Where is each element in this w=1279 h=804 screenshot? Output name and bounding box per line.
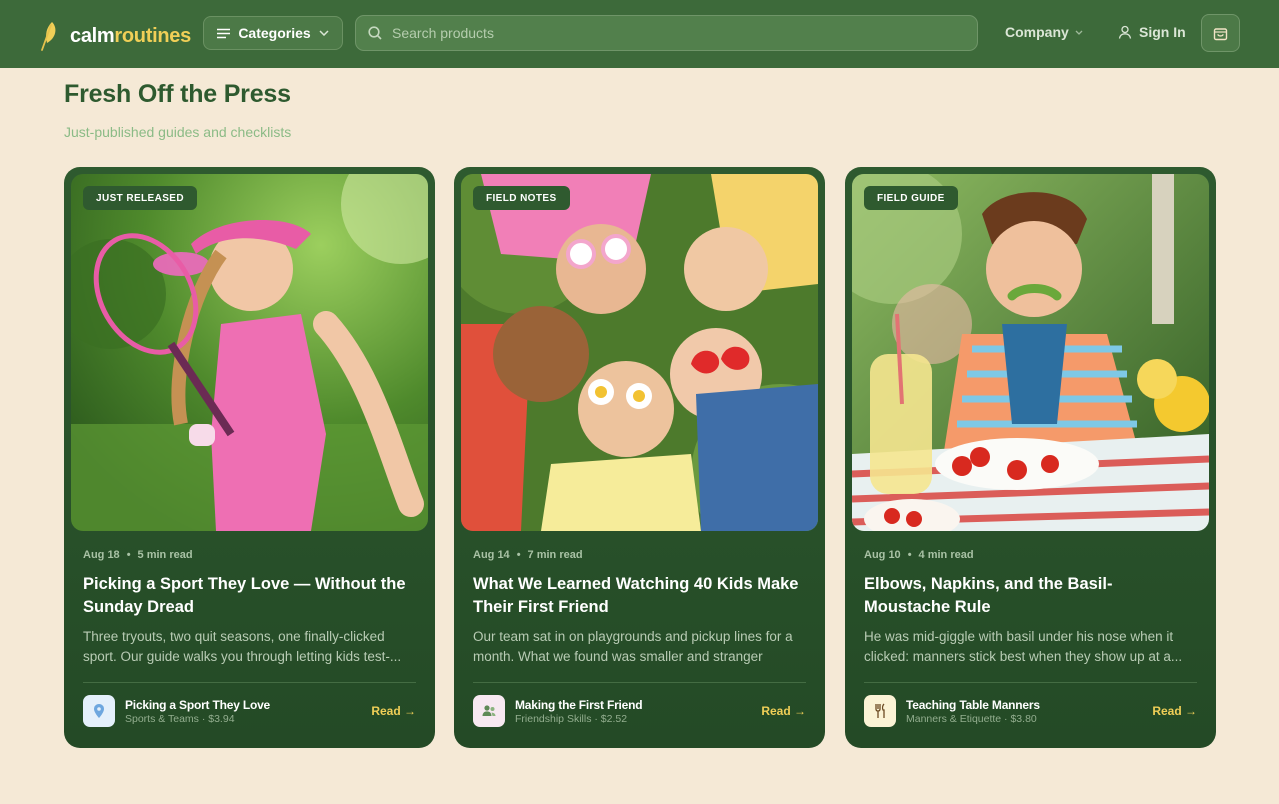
product-name[interactable]: Picking a Sport They Love — [125, 698, 270, 712]
chevron-down-icon — [319, 30, 329, 36]
article-badge: FIELD GUIDE — [864, 186, 958, 210]
read-link[interactable]: Read → — [371, 704, 416, 718]
section-title: Fresh Off the Press — [64, 80, 291, 108]
product-meta: Manners & Etiquette · $3.80 — [906, 713, 1037, 725]
article-card[interactable]: FIELD GUIDE Aug 10 • 4 min read Elbows, Na… — [845, 167, 1216, 748]
top-nav-bar: calmroutines Categories Company Sign In — [0, 0, 1279, 68]
user-icon — [1118, 25, 1132, 39]
article-read-time: 4 min read — [918, 549, 974, 561]
article-excerpt: Three tryouts, two quit seasons, one fin… — [83, 629, 402, 664]
product-meta: Sports & Teams · $3.94 — [125, 713, 235, 725]
categories-label: Categories — [238, 25, 311, 41]
location-pin-icon — [94, 704, 104, 718]
company-menu[interactable]: Company — [1005, 24, 1083, 40]
logo-text-part1: calm — [70, 24, 115, 47]
people-icon — [482, 705, 496, 716]
article-meta: Aug 18 • 5 min read — [83, 549, 193, 561]
read-link[interactable]: Read → — [761, 704, 806, 718]
article-badge: FIELD NOTES — [473, 186, 570, 210]
article-title[interactable]: Elbows, Napkins, and the Basil-Moustache… — [864, 573, 1194, 619]
cart-button[interactable] — [1201, 14, 1240, 52]
article-title[interactable]: Picking a Sport They Love — Without the … — [83, 573, 413, 619]
article-image[interactable] — [461, 174, 818, 531]
logo-text: calmroutines — [70, 25, 191, 48]
article-badge: JUST RELEASED — [83, 186, 197, 210]
company-label: Company — [1005, 24, 1069, 40]
chevron-down-icon — [1075, 30, 1083, 35]
search-icon — [368, 26, 382, 40]
article-meta: Aug 10 • 4 min read — [864, 549, 974, 561]
article-image[interactable] — [852, 174, 1209, 531]
leaf-logo-icon — [41, 22, 56, 51]
article-read-time: 5 min read — [137, 549, 193, 561]
categories-button[interactable]: Categories — [203, 16, 343, 50]
section-subtitle: Just-published guides and checklists — [64, 124, 292, 140]
product-thumbnail — [83, 695, 115, 727]
product-name[interactable]: Making the First Friend — [515, 698, 643, 712]
logo-text-part2: routines — [114, 24, 191, 47]
card-divider — [83, 682, 416, 683]
menu-icon — [217, 28, 231, 38]
product-name[interactable]: Teaching Table Manners — [906, 698, 1040, 712]
card-divider — [473, 682, 806, 683]
sign-in-button[interactable]: Sign In — [1118, 24, 1186, 40]
product-thumbnail — [864, 695, 896, 727]
article-card[interactable]: JUST RELEASED Aug 18 • 5 min read Picking … — [64, 167, 435, 748]
article-excerpt: He was mid-giggle with basil under his n… — [864, 629, 1183, 664]
article-date: Aug 14 — [473, 549, 510, 561]
cart-icon — [1213, 27, 1228, 40]
read-link[interactable]: Read → — [1152, 704, 1197, 718]
article-image[interactable] — [71, 174, 428, 531]
fork-knife-icon — [875, 703, 885, 718]
logo[interactable]: calmroutines — [38, 20, 191, 52]
sign-in-label: Sign In — [1139, 24, 1186, 40]
article-meta: Aug 14 • 7 min read — [473, 549, 583, 561]
article-card[interactable]: FIELD NOTES Aug 14 • 7 min read What We Le… — [454, 167, 825, 748]
search-input[interactable] — [392, 25, 977, 41]
product-thumbnail — [473, 695, 505, 727]
article-date: Aug 18 — [83, 549, 120, 561]
search-bar[interactable] — [355, 15, 978, 51]
card-divider — [864, 682, 1197, 683]
article-read-time: 7 min read — [527, 549, 583, 561]
article-title[interactable]: What We Learned Watching 40 Kids Make Th… — [473, 573, 803, 619]
article-date: Aug 10 — [864, 549, 901, 561]
product-meta: Friendship Skills · $2.52 — [515, 713, 628, 725]
article-excerpt: Our team sat in on playgrounds and picku… — [473, 629, 793, 664]
